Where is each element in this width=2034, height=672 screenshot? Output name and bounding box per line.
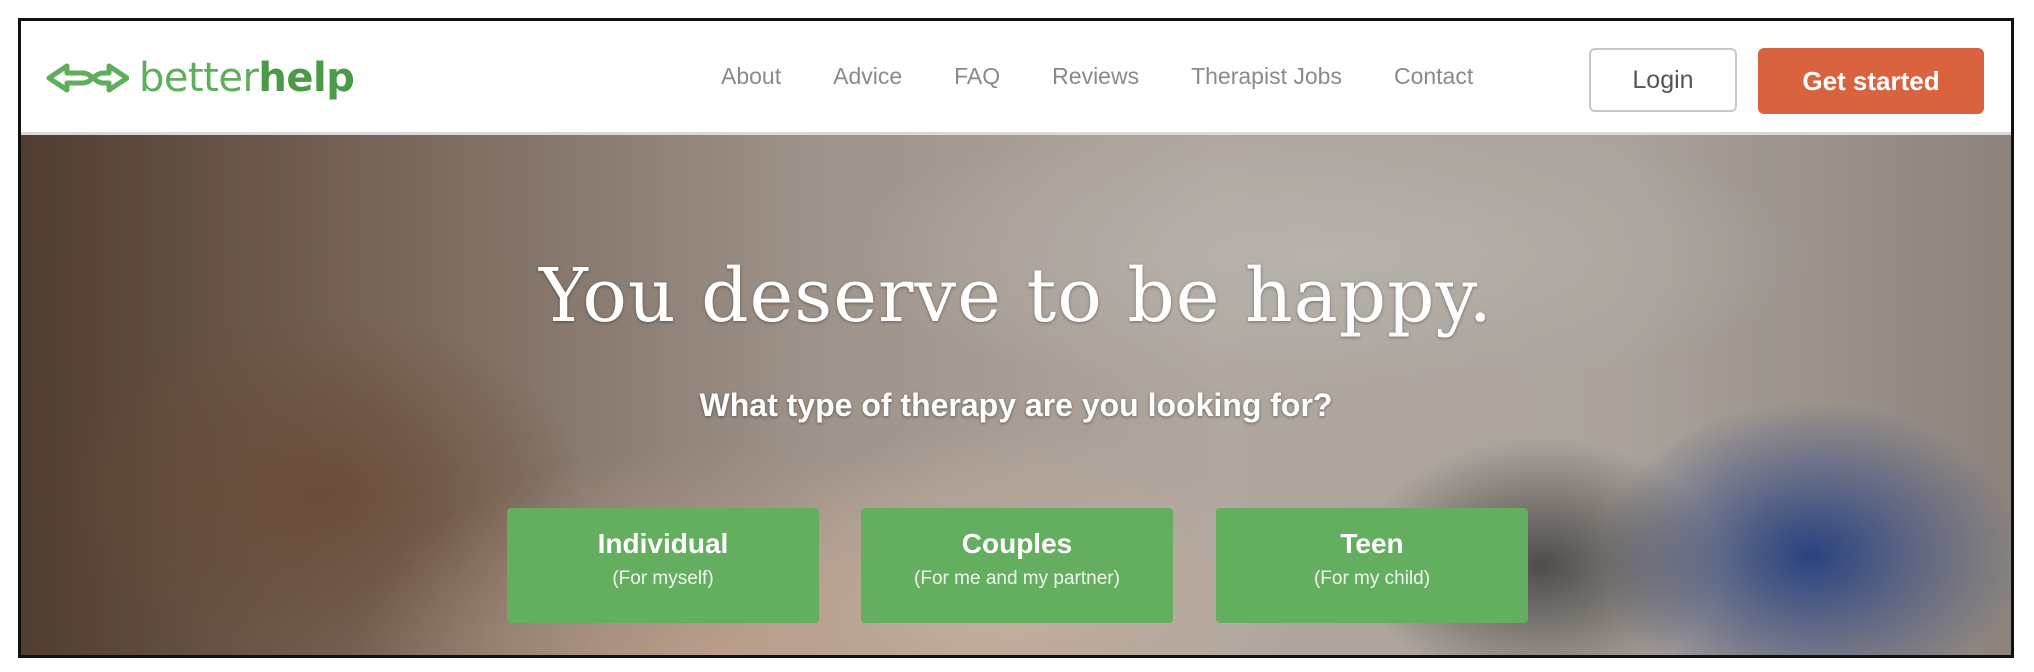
choice-subtitle: (For me and my partner) <box>914 568 1120 589</box>
brand-wordmark: betterhelp <box>139 55 355 101</box>
therapy-choice-teen-button[interactable]: Teen (For my child) <box>1216 508 1528 623</box>
nav-link-contact[interactable]: Contact <box>1394 63 1473 90</box>
choice-subtitle: (For my child) <box>1313 568 1431 589</box>
get-started-button[interactable]: Get started <box>1758 48 1984 114</box>
login-button[interactable]: Login <box>1589 48 1737 112</box>
choice-title: Teen <box>1340 528 1404 559</box>
nav-links: About Advice FAQ Reviews Therapist Jobs … <box>721 21 1525 132</box>
choice-subtitle: (For myself) <box>612 568 714 589</box>
choice-title: Individual <box>597 528 729 559</box>
betterhelp-logo-icon <box>46 63 129 93</box>
nav-link-therapist-jobs[interactable]: Therapist Jobs <box>1191 63 1342 90</box>
brand-name-light: better <box>139 55 259 101</box>
brand-logo[interactable]: betterhelp <box>45 49 355 107</box>
brand-name-bold: help <box>258 55 355 101</box>
therapy-choice-individual-button[interactable]: Individual (For myself) <box>507 508 819 623</box>
top-navigation-bar: betterhelp About Advice FAQ Reviews Ther… <box>21 21 2011 135</box>
nav-link-about[interactable]: About <box>721 63 781 90</box>
nav-link-advice[interactable]: Advice <box>833 63 902 90</box>
choice-title: Couples <box>961 528 1073 559</box>
hero-title: You deserve to be happy. <box>538 253 1494 339</box>
hero-subtitle: What type of therapy are you looking for… <box>699 387 1333 423</box>
nav-link-faq[interactable]: FAQ <box>954 63 1000 90</box>
hero-section: You deserve to be happy. What type of th… <box>21 135 2011 655</box>
nav-link-reviews[interactable]: Reviews <box>1052 63 1139 90</box>
browser-viewport: betterhelp About Advice FAQ Reviews Ther… <box>18 18 2014 658</box>
therapy-choice-couples-button[interactable]: Couples (For me and my partner) <box>861 508 1173 623</box>
